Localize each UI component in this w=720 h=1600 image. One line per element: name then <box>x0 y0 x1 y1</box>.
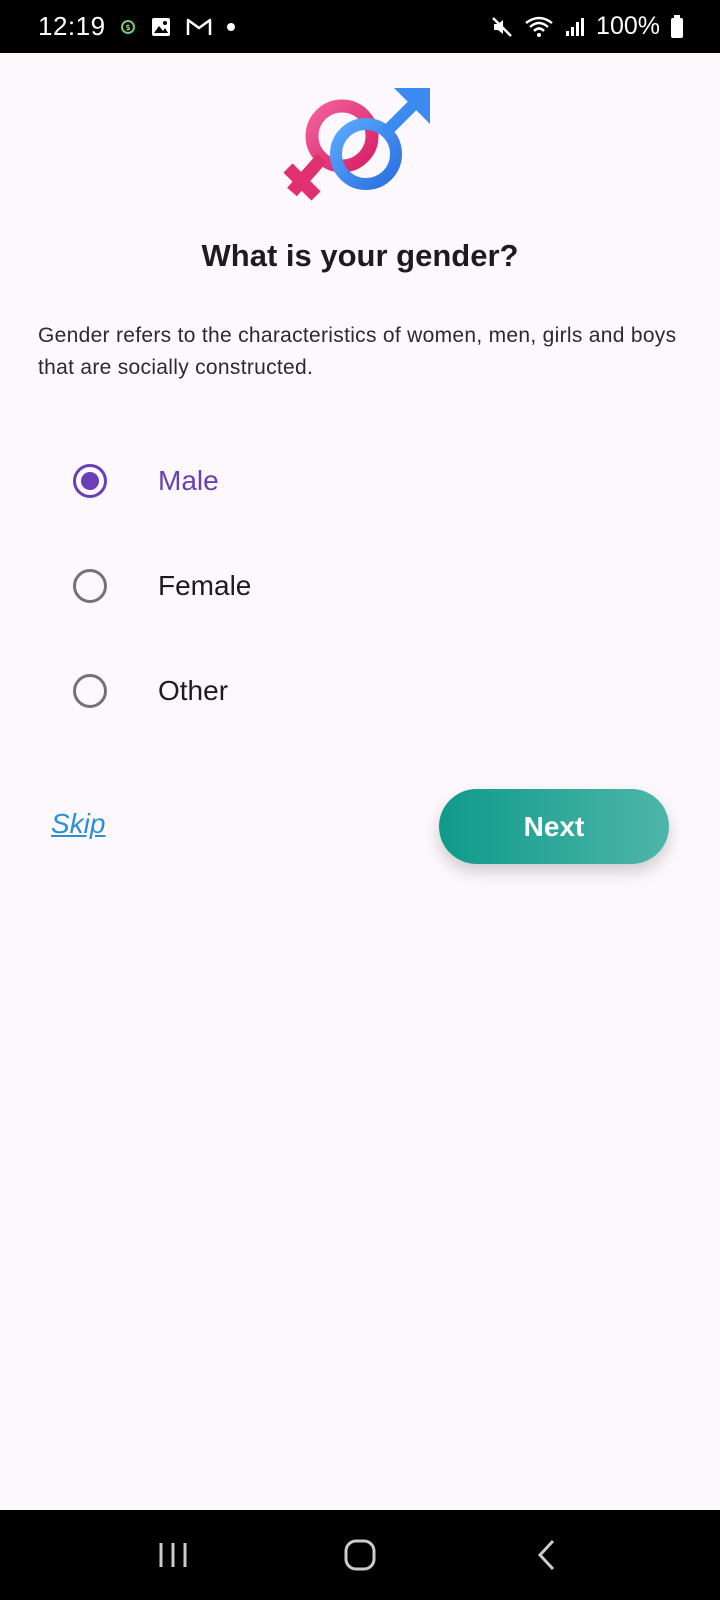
radio-selected-dot <box>81 472 99 490</box>
mute-icon <box>490 15 514 39</box>
radio-female[interactable] <box>73 569 107 603</box>
page-title: What is your gender? <box>201 238 519 273</box>
dot-icon <box>226 22 236 32</box>
wifi-icon <box>524 15 554 39</box>
radio-male[interactable] <box>73 464 107 498</box>
app-notification-icon: $ <box>120 19 136 35</box>
battery-percent: 100% <box>596 12 660 40</box>
gender-symbol-icon <box>280 84 440 209</box>
status-bar: 12:19 $ 100% <box>0 0 720 53</box>
option-female[interactable]: Female <box>0 546 720 626</box>
recent-apps-icon[interactable] <box>143 1525 203 1585</box>
image-icon <box>150 16 172 38</box>
option-label-female: Female <box>158 570 252 601</box>
battery-icon <box>670 14 684 39</box>
option-label-male: Male <box>158 465 219 496</box>
option-other[interactable]: Other <box>0 651 720 731</box>
svg-text:$: $ <box>125 23 130 32</box>
page-description: Gender refers to the characteristics of … <box>38 324 677 379</box>
status-time: 12:19 <box>38 11 106 41</box>
back-icon[interactable] <box>517 1525 577 1585</box>
next-button[interactable]: Next <box>439 789 669 864</box>
navigation-bar <box>0 1510 720 1600</box>
option-male[interactable]: Male <box>0 441 720 521</box>
signal-icon <box>564 16 586 38</box>
skip-link[interactable]: Skip <box>51 808 105 840</box>
radio-other[interactable] <box>73 674 107 708</box>
status-left: 12:19 $ <box>38 11 236 42</box>
gmail-icon <box>186 17 212 37</box>
option-label-other: Other <box>158 675 229 706</box>
home-icon[interactable] <box>330 1525 390 1585</box>
status-right: 100% <box>490 12 684 41</box>
